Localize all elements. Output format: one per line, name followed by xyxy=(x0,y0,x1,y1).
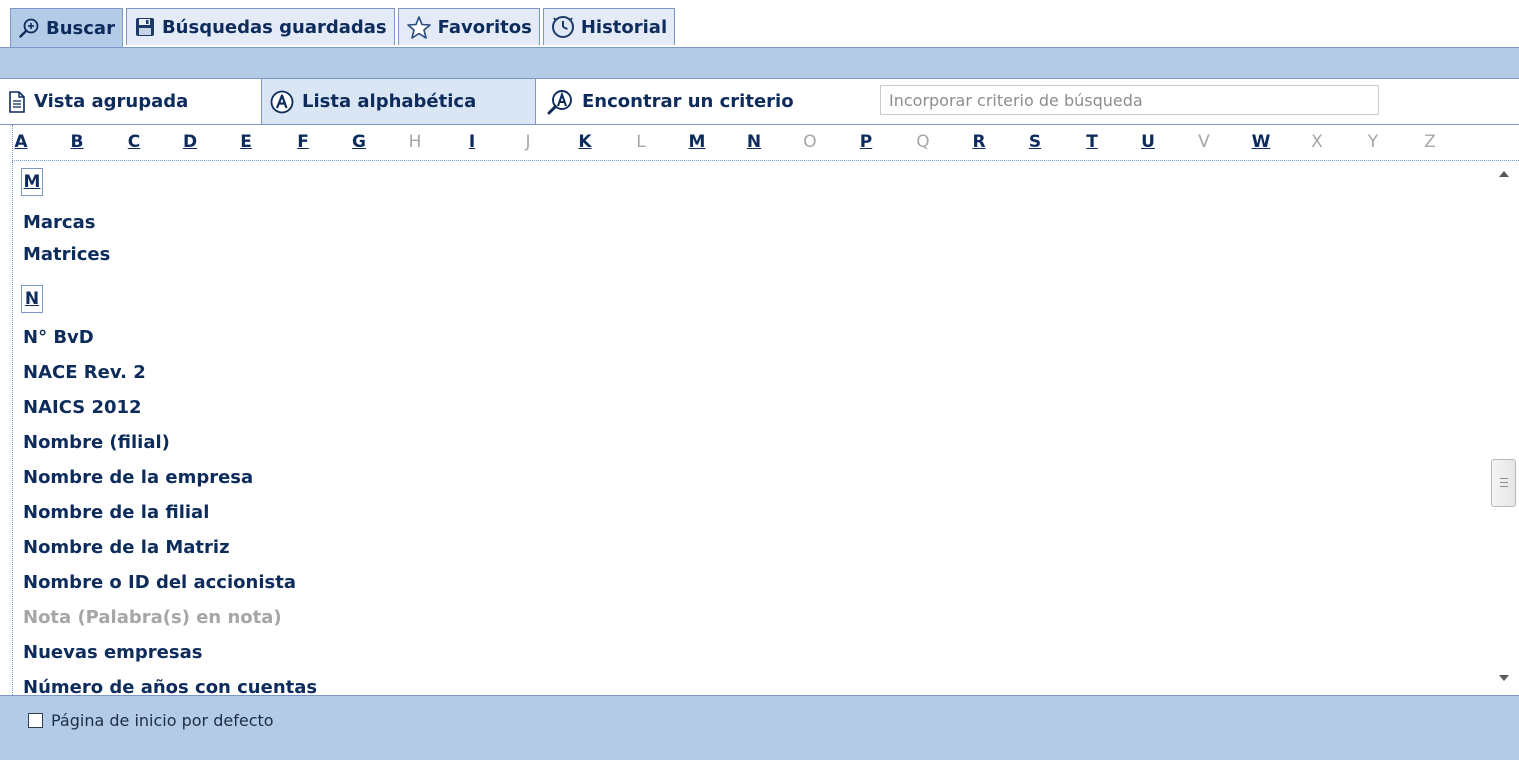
letter-header-n[interactable]: N xyxy=(21,285,43,313)
letter-q: Q xyxy=(916,132,930,152)
letter-j: J xyxy=(525,132,531,152)
list-item[interactable]: Matrices xyxy=(23,244,110,265)
list-item-disabled: Nota (Palabra(s) en nota) xyxy=(23,607,282,628)
criterion-search-input[interactable] xyxy=(880,85,1379,115)
find-criterion-button[interactable]: Encontrar un criterio xyxy=(536,79,876,124)
letter-p[interactable]: P xyxy=(853,132,879,152)
letter-o: O xyxy=(803,132,817,152)
letter-r[interactable]: R xyxy=(966,132,992,152)
floppy-disk-icon xyxy=(135,18,154,36)
letter-b[interactable]: B xyxy=(64,132,90,152)
grouped-view-label: Vista agrupada xyxy=(34,91,189,112)
alphabet-bar: ABCDEFGHIJKLMNOPQRSTUVWXYZ xyxy=(12,125,1519,161)
letter-header-m[interactable]: M xyxy=(21,168,43,196)
list-item[interactable]: Nuevas empresas xyxy=(23,642,202,663)
grouped-view-button[interactable]: Vista agrupada xyxy=(0,79,262,124)
list-item[interactable]: Nombre de la Matriz xyxy=(23,537,230,558)
letter-a[interactable]: A xyxy=(8,132,34,152)
tab-historial[interactable]: Historial xyxy=(542,8,676,45)
header-band xyxy=(0,48,1519,78)
main-tabs-bar: Buscar Búsquedas guardadas Favoritos His… xyxy=(0,0,1519,48)
tab-favoritos[interactable]: Favoritos xyxy=(397,8,540,45)
list-item[interactable]: N° BvD xyxy=(23,327,94,348)
letter-w[interactable]: W xyxy=(1248,132,1274,152)
default-home-label: Página de inicio por defecto xyxy=(51,711,274,730)
letter-k[interactable]: K xyxy=(572,132,598,152)
alphabetical-list-button[interactable]: Lista alphabética xyxy=(262,79,536,124)
star-icon xyxy=(406,16,431,39)
criteria-list: M Marcas Matrices N N° BvD NACE Rev. 2 N… xyxy=(12,161,1519,695)
scroll-up-arrow-icon[interactable] xyxy=(1497,167,1511,181)
clock-icon xyxy=(551,16,574,38)
document-icon xyxy=(9,90,25,113)
list-item[interactable]: Nombre o ID del accionista xyxy=(23,572,296,593)
alphabetical-list-label: Lista alphabética xyxy=(302,91,477,112)
letter-g[interactable]: G xyxy=(346,132,372,152)
letter-z: Z xyxy=(1424,132,1436,152)
letter-c[interactable]: C xyxy=(121,132,147,152)
default-home-checkbox[interactable] xyxy=(28,713,43,728)
letter-x: X xyxy=(1311,132,1323,152)
tab-label: Favoritos xyxy=(437,16,532,38)
list-item[interactable]: Nombre de la empresa xyxy=(23,467,253,488)
default-home-checkbox-row[interactable]: Página de inicio por defecto xyxy=(28,711,274,730)
criteria-toolbar: Vista agrupada Lista alphabética Encontr… xyxy=(0,78,1519,125)
scrollbar-thumb[interactable] xyxy=(1491,459,1516,507)
letter-l: L xyxy=(636,132,646,152)
letter-u[interactable]: U xyxy=(1135,132,1161,152)
tab-label: Buscar xyxy=(46,17,115,39)
letter-t[interactable]: T xyxy=(1079,132,1105,152)
letter-v: V xyxy=(1198,132,1210,152)
list-item[interactable]: Marcas xyxy=(23,212,95,233)
tab-buscar[interactable]: Buscar xyxy=(10,8,123,47)
list-scrollbar[interactable] xyxy=(1489,161,1519,695)
letter-n[interactable]: N xyxy=(741,132,767,152)
search-plus-icon xyxy=(19,18,39,38)
list-item[interactable]: Nombre (filial) xyxy=(23,432,170,453)
letter-f[interactable]: F xyxy=(290,132,316,152)
tab-label: Búsquedas guardadas xyxy=(161,16,387,38)
scroll-down-arrow-icon[interactable] xyxy=(1497,671,1511,685)
letter-y: Y xyxy=(1367,132,1379,152)
circled-a-icon xyxy=(270,90,294,113)
letter-i[interactable]: I xyxy=(459,132,485,152)
tab-busquedas-guardadas[interactable]: Búsquedas guardadas xyxy=(125,8,395,45)
letter-d[interactable]: D xyxy=(177,132,203,152)
list-item[interactable]: Número de años con cuentas xyxy=(23,677,317,695)
letter-m[interactable]: M xyxy=(684,132,710,152)
list-item[interactable]: NAICS 2012 xyxy=(23,397,142,418)
letter-h: H xyxy=(408,132,422,152)
letter-e[interactable]: E xyxy=(233,132,259,152)
find-criterion-label: Encontrar un criterio xyxy=(582,91,794,112)
list-item[interactable]: NACE Rev. 2 xyxy=(23,362,146,383)
letter-s[interactable]: S xyxy=(1022,132,1048,152)
list-item[interactable]: Nombre de la filial xyxy=(23,502,209,523)
search-a-icon xyxy=(547,89,572,114)
footer-bar: Página de inicio por defecto xyxy=(0,695,1519,760)
tab-label: Historial xyxy=(580,16,668,38)
